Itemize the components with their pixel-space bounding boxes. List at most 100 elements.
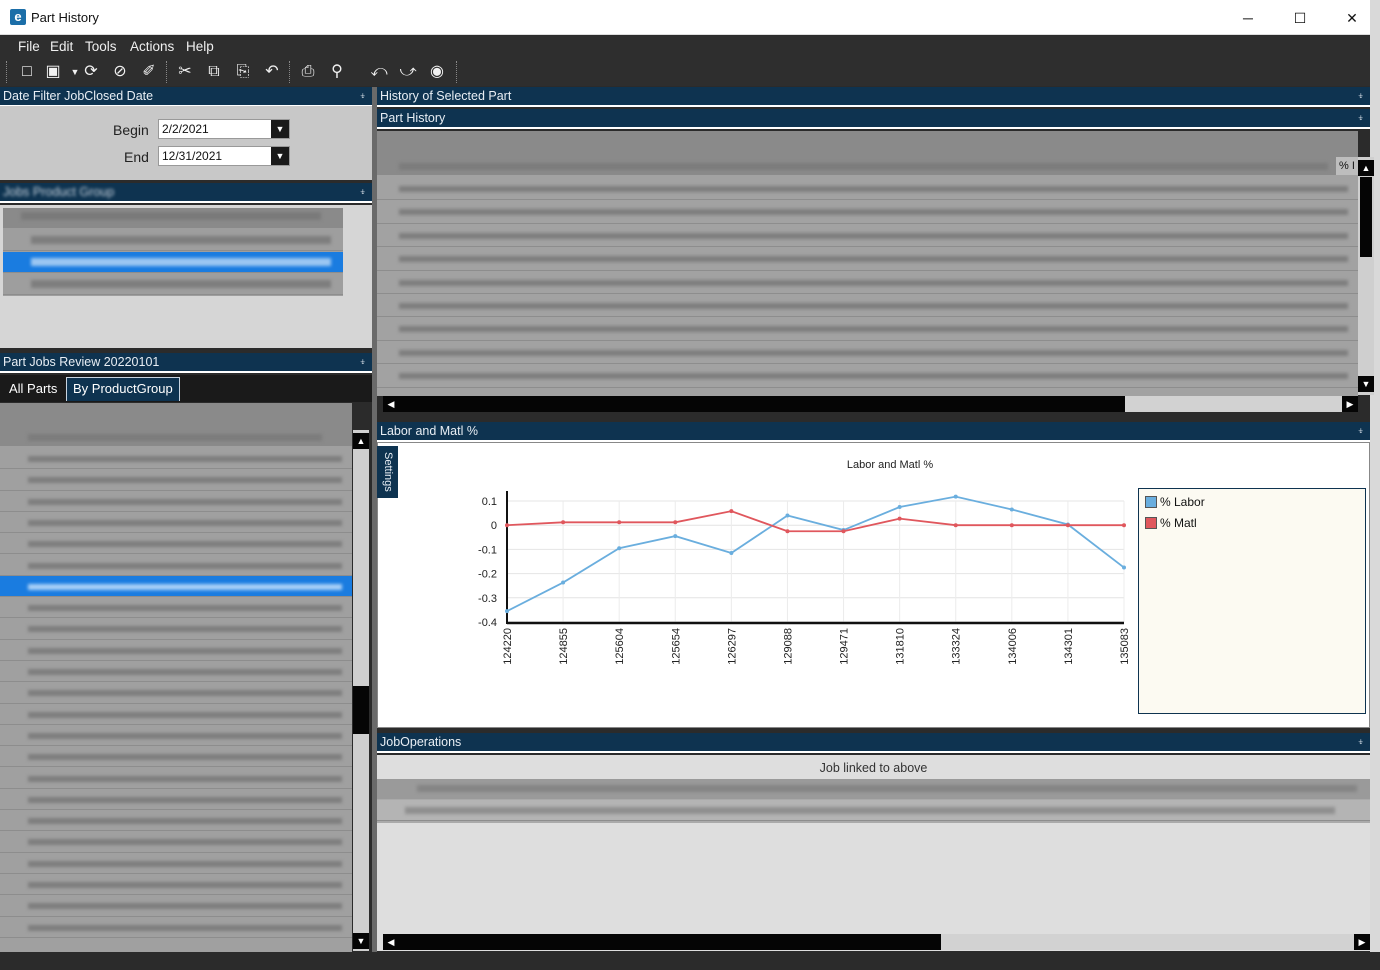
copy-icon[interactable]: ⧉ [203, 62, 225, 82]
table-row[interactable] [377, 247, 1358, 271]
clear-icon[interactable]: ✐ [138, 62, 160, 82]
pin-icon[interactable]: ⍖ [359, 183, 366, 202]
table-row[interactable] [377, 317, 1358, 341]
save-icon[interactable]: ▣ [42, 62, 64, 82]
begin-date-field[interactable]: 2/2/2021 ▼ [158, 119, 290, 139]
table-row[interactable] [0, 810, 352, 832]
table-row[interactable] [3, 230, 343, 251]
y-tick-label: 0.1 [482, 496, 497, 508]
table-row[interactable] [0, 469, 352, 491]
table-row[interactable] [0, 853, 352, 874]
pin-icon[interactable]: ⍖ [359, 353, 366, 372]
menu-edit[interactable]: Edit [50, 39, 73, 54]
new-icon[interactable]: □ [16, 62, 38, 82]
pin-icon[interactable]: ⍖ [1357, 87, 1364, 106]
part-jobs-grid[interactable] [0, 403, 352, 952]
pin-icon[interactable]: ⍖ [1357, 109, 1364, 128]
data-point [673, 534, 678, 539]
table-row[interactable] [0, 491, 352, 512]
menu-file[interactable]: File [18, 39, 40, 54]
menu-tools[interactable]: Tools [85, 39, 117, 54]
tab-all-parts[interactable]: All Parts [3, 378, 64, 402]
menu-help[interactable]: Help [186, 39, 214, 54]
stop-icon[interactable]: ◉ [426, 62, 448, 82]
settings-tab[interactable]: Settings [377, 446, 398, 498]
table-row[interactable] [377, 200, 1358, 224]
table-row[interactable] [0, 618, 352, 640]
table-row[interactable] [0, 725, 352, 747]
chevron-down-icon[interactable]: ▼ [271, 120, 289, 138]
pin-icon[interactable]: ⍖ [1357, 422, 1364, 441]
table-row[interactable] [0, 917, 352, 938]
job-operations-hscrollbar[interactable]: ◀ ▶ [383, 934, 1370, 950]
table-row[interactable] [0, 448, 352, 470]
chart-grid [506, 500, 1125, 623]
menu-actions[interactable]: Actions [130, 39, 174, 54]
scroll-right-icon[interactable]: ▶ [1354, 934, 1370, 950]
scroll-left-icon[interactable]: ◀ [383, 934, 399, 950]
table-row[interactable] [377, 271, 1358, 294]
table-row[interactable] [0, 661, 352, 683]
print-preview-icon[interactable]: ⚲ [326, 62, 348, 82]
part-jobs-vscrollbar[interactable]: ▲ ▼ [353, 430, 369, 951]
scroll-left-icon[interactable]: ◀ [383, 396, 399, 412]
scroll-right-icon[interactable]: ▶ [1342, 396, 1358, 412]
scroll-thumb[interactable] [353, 686, 369, 734]
job-operations-grid[interactable] [377, 779, 1370, 823]
pin-icon[interactable]: ⍖ [359, 87, 366, 106]
undo-icon[interactable]: ↶ [261, 62, 283, 82]
chevron-down-icon[interactable]: ▼ [271, 147, 289, 165]
table-row[interactable] [0, 597, 352, 619]
table-row[interactable] [0, 874, 352, 896]
cut-icon[interactable]: ✂ [174, 62, 196, 82]
table-row[interactable] [0, 555, 352, 576]
table-row[interactable] [0, 512, 352, 534]
table-row[interactable] [0, 704, 352, 725]
part-history-grid[interactable] [377, 131, 1358, 396]
scroll-up-icon[interactable]: ▲ [353, 433, 369, 449]
scroll-down-icon[interactable]: ▼ [353, 933, 369, 949]
product-group-grid[interactable] [3, 208, 343, 296]
table-row[interactable] [377, 800, 1370, 821]
x-tick-label: 124220 [502, 628, 514, 665]
scroll-thumb[interactable] [399, 934, 941, 950]
maximize-button[interactable]: ☐ [1277, 6, 1323, 30]
job-operations-title: JobOperations [380, 735, 462, 749]
table-row-selected[interactable] [0, 575, 352, 598]
pin-icon[interactable]: ⍖ [1357, 733, 1364, 752]
close-button[interactable]: ✕ [1329, 6, 1375, 30]
table-row[interactable] [0, 831, 352, 853]
paste-icon[interactable]: ⎘ [232, 62, 254, 82]
table-row[interactable] [0, 789, 352, 811]
table-row[interactable] [0, 533, 352, 555]
table-row[interactable] [377, 364, 1358, 388]
part-history-hscrollbar[interactable]: ◀ ▶ [383, 396, 1358, 412]
table-row[interactable] [3, 274, 343, 295]
end-date-field[interactable]: 12/31/2021 ▼ [158, 146, 290, 166]
table-row[interactable] [377, 294, 1358, 318]
table-row[interactable] [0, 746, 352, 768]
scroll-thumb[interactable] [1360, 177, 1372, 257]
table-row-selected[interactable] [3, 252, 343, 273]
table-row[interactable] [0, 640, 352, 661]
minimize-button[interactable]: ─ [1225, 6, 1271, 30]
part-history-title: Part History [380, 111, 446, 125]
tab-by-productgroup[interactable]: By ProductGroup [66, 377, 180, 401]
table-row[interactable] [377, 224, 1358, 248]
scroll-up-icon[interactable]: ▲ [1358, 160, 1374, 176]
last-column-header[interactable]: % I [1336, 157, 1360, 175]
back-icon[interactable]: ⤺ [368, 62, 390, 82]
forward-icon[interactable]: ⤻ [397, 62, 419, 82]
table-row[interactable] [0, 895, 352, 917]
table-row[interactable] [0, 682, 352, 704]
table-row[interactable] [0, 768, 352, 789]
x-tick-label: 129088 [782, 628, 794, 665]
scroll-thumb[interactable] [399, 396, 1125, 412]
part-history-vscrollbar[interactable]: ▲ ▼ [1358, 157, 1374, 395]
cancel-icon[interactable]: ⊘ [109, 62, 131, 82]
refresh-icon[interactable]: ⟳ [80, 62, 102, 82]
table-row[interactable] [377, 177, 1358, 201]
print-icon[interactable]: ⎙ [297, 62, 319, 82]
table-row[interactable] [377, 341, 1358, 365]
scroll-down-icon[interactable]: ▼ [1358, 376, 1374, 392]
